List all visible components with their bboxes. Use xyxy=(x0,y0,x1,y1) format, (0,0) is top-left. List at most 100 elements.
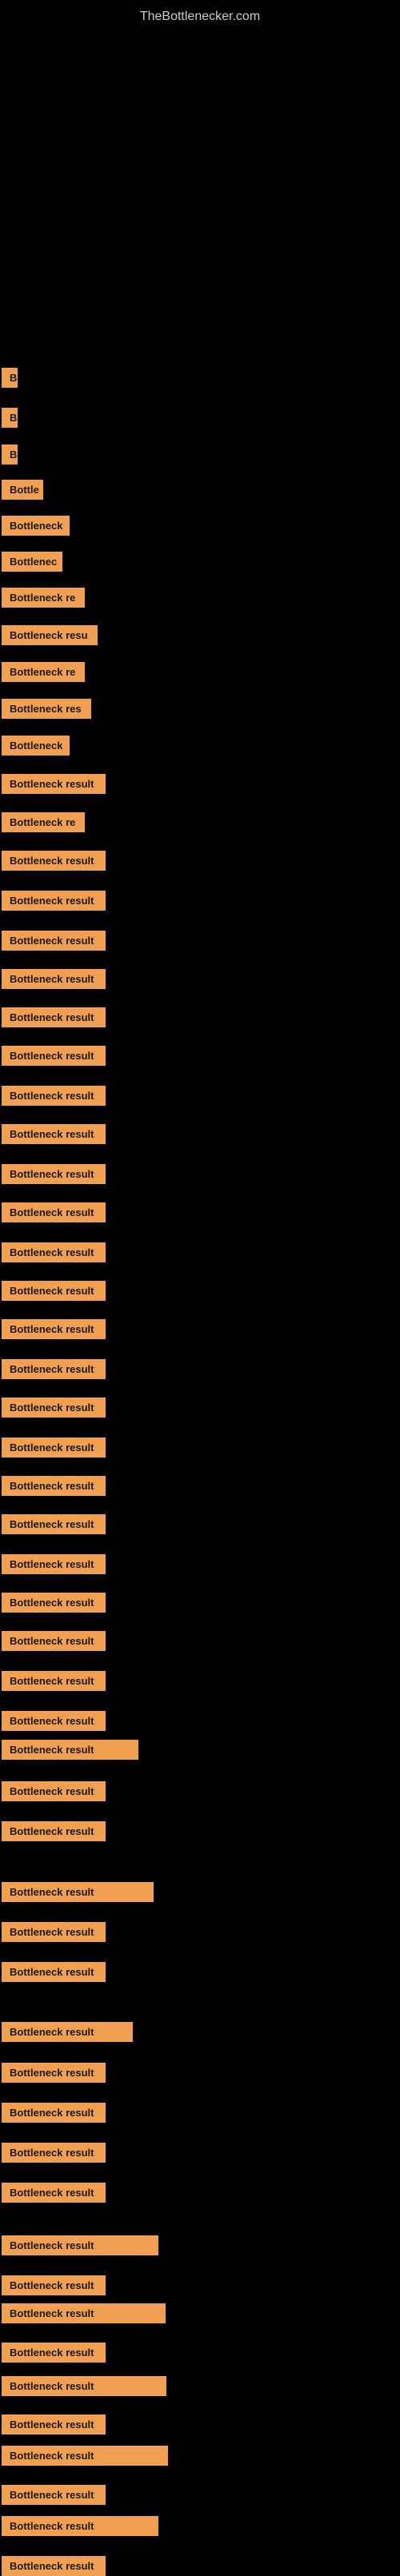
bottleneck-result-badge[interactable]: Bottleneck result xyxy=(2,1554,106,1574)
bottleneck-result-badge[interactable]: Bottleneck res xyxy=(2,699,91,719)
bottleneck-result-badge[interactable]: Bottleneck result xyxy=(2,1007,106,1027)
list-item: Bottleneck result xyxy=(0,2516,158,2536)
bottleneck-result-badge[interactable]: Bottleneck result xyxy=(2,1711,106,1731)
list-item: Bottleneck result xyxy=(0,2303,166,2323)
main-container: TheBottlenecker.com BBBBottleBottleneckB… xyxy=(0,0,400,2558)
bottleneck-result-badge[interactable]: Bottleneck result xyxy=(2,2183,106,2203)
list-item: Bottleneck result xyxy=(0,1086,106,1106)
bottleneck-result-badge[interactable]: Bottleneck re xyxy=(2,812,85,832)
list-item: Bottleneck result xyxy=(0,2275,106,2295)
list-item: Bottleneck result xyxy=(0,1319,106,1339)
bottleneck-result-badge[interactable]: Bottleneck result xyxy=(2,2143,106,2163)
bottleneck-result-badge[interactable]: Bottleneck result xyxy=(2,2343,106,2363)
list-item: Bottleneck result xyxy=(0,2063,106,2083)
list-item: Bottleneck result xyxy=(0,2143,106,2163)
list-item: Bottleneck result xyxy=(0,2376,166,2396)
bottleneck-result-badge[interactable]: B xyxy=(2,408,18,428)
bottleneck-result-badge[interactable]: Bottleneck result xyxy=(2,891,106,911)
bottleneck-result-badge[interactable]: Bottleneck result xyxy=(2,1202,106,1222)
list-item: Bottleneck result xyxy=(0,1781,106,1801)
bottleneck-result-badge[interactable]: B xyxy=(2,445,18,465)
bottleneck-result-badge[interactable]: Bottleneck result xyxy=(2,969,106,989)
list-item: B xyxy=(0,445,18,465)
list-item: Bottleneck result xyxy=(0,1821,106,1841)
list-item: Bottleneck result xyxy=(0,1631,106,1651)
bottleneck-result-badge[interactable]: Bottleneck result xyxy=(2,2376,166,2396)
bottleneck-result-badge[interactable]: Bottleneck result xyxy=(2,774,106,794)
list-item: Bottleneck result xyxy=(0,1593,106,1613)
bottleneck-result-badge[interactable]: Bottleneck result xyxy=(2,1593,106,1613)
bottleneck-result-badge[interactable]: Bottleneck result xyxy=(2,2556,106,2576)
bottleneck-result-badge[interactable]: Bottleneck result xyxy=(2,2235,158,2255)
bottleneck-result-badge[interactable]: Bottleneck xyxy=(2,516,70,536)
bottleneck-result-badge[interactable]: Bottleneck result xyxy=(2,1086,106,1106)
bottleneck-result-badge[interactable]: Bottleneck result xyxy=(2,2303,166,2323)
list-item: Bottleneck result xyxy=(0,1046,106,1066)
list-item: Bottleneck result xyxy=(0,1922,106,1942)
list-item: Bottleneck resu xyxy=(0,625,98,645)
list-item: Bottleneck xyxy=(0,516,70,536)
bottleneck-result-badge[interactable]: Bottleneck result xyxy=(2,1242,106,1262)
bottleneck-result-badge[interactable]: Bottleneck result xyxy=(2,1781,106,1801)
list-item: Bottleneck result xyxy=(0,1554,106,1574)
bottleneck-result-badge[interactable]: B xyxy=(2,368,18,388)
bottleneck-result-badge[interactable]: Bottleneck result xyxy=(2,2063,106,2083)
list-item: Bottleneck result xyxy=(0,1438,106,1457)
bottleneck-result-badge[interactable]: Bottleneck result xyxy=(2,1671,106,1691)
bottleneck-result-badge[interactable]: Bottleneck result xyxy=(2,1359,106,1379)
bottleneck-result-badge[interactable]: Bottleneck result xyxy=(2,1164,106,1184)
bottleneck-result-badge[interactable]: Bottleneck xyxy=(2,736,70,756)
list-item: Bottleneck result xyxy=(0,1514,106,1534)
bottleneck-result-badge[interactable]: Bottleneck result xyxy=(2,1398,106,1418)
list-item: Bottlenec xyxy=(0,552,62,572)
list-item: Bottleneck result xyxy=(0,1711,106,1731)
bottleneck-result-badge[interactable]: Bottleneck result xyxy=(2,1046,106,1066)
list-item: Bottleneck result xyxy=(0,2183,106,2203)
bottleneck-result-badge[interactable]: Bottleneck result xyxy=(2,2485,106,2505)
list-item: Bottleneck result xyxy=(0,1740,138,1760)
site-title: TheBottlenecker.com xyxy=(0,3,400,27)
list-item: Bottleneck result xyxy=(0,969,106,989)
bottleneck-result-badge[interactable]: Bottleneck result xyxy=(2,931,106,951)
list-item: Bottleneck re xyxy=(0,588,85,608)
bottleneck-result-badge[interactable]: Bottleneck re xyxy=(2,662,85,682)
list-item: Bottleneck result xyxy=(0,2556,106,2576)
list-item: Bottleneck result xyxy=(0,1242,106,1262)
list-item: B xyxy=(0,408,18,428)
bottleneck-result-badge[interactable]: Bottleneck result xyxy=(2,1821,106,1841)
bottleneck-result-badge[interactable]: Bottleneck result xyxy=(2,2446,168,2466)
bottleneck-result-badge[interactable]: Bottleneck result xyxy=(2,1476,106,1496)
bottleneck-result-badge[interactable]: Bottleneck result xyxy=(2,2022,133,2042)
list-item: Bottleneck result xyxy=(0,774,106,794)
list-item: Bottleneck result xyxy=(0,1164,106,1184)
bottleneck-result-badge[interactable]: Bottleneck result xyxy=(2,1962,106,1982)
list-item: Bottleneck result xyxy=(0,1124,106,1144)
bottleneck-result-badge[interactable]: Bottleneck resu xyxy=(2,625,98,645)
bottleneck-result-badge[interactable]: Bottleneck result xyxy=(2,1514,106,1534)
bottleneck-result-badge[interactable]: Bottleneck result xyxy=(2,1882,154,1902)
list-item: Bottleneck result xyxy=(0,1882,154,1902)
bottleneck-result-badge[interactable]: Bottle xyxy=(2,480,43,500)
bottleneck-result-badge[interactable]: Bottleneck result xyxy=(2,1124,106,1144)
bottleneck-result-badge[interactable]: Bottleneck result xyxy=(2,2103,106,2123)
list-item: Bottle xyxy=(0,480,43,500)
bottleneck-result-badge[interactable]: Bottleneck result xyxy=(2,851,106,871)
list-item: Bottleneck result xyxy=(0,1359,106,1379)
bottleneck-result-badge[interactable]: Bottleneck result xyxy=(2,1922,106,1942)
list-item: Bottleneck result xyxy=(0,1007,106,1027)
list-item: Bottleneck result xyxy=(0,2022,133,2042)
bottleneck-result-badge[interactable]: Bottleneck result xyxy=(2,2516,158,2536)
bottleneck-result-badge[interactable]: Bottleneck result xyxy=(2,1281,106,1301)
bottleneck-result-badge[interactable]: Bottleneck result xyxy=(2,2275,106,2295)
bottleneck-result-badge[interactable]: Bottleneck re xyxy=(2,588,85,608)
bottleneck-result-badge[interactable]: Bottleneck result xyxy=(2,1438,106,1457)
bottleneck-result-badge[interactable]: Bottleneck result xyxy=(2,1319,106,1339)
bottleneck-result-badge[interactable]: Bottleneck result xyxy=(2,1740,138,1760)
bottleneck-result-badge[interactable]: Bottleneck result xyxy=(2,1631,106,1651)
bottleneck-result-badge[interactable]: Bottleneck result xyxy=(2,2415,106,2434)
bottleneck-result-badge[interactable]: Bottlenec xyxy=(2,552,62,572)
list-item: Bottleneck result xyxy=(0,2415,106,2434)
list-item: Bottleneck re xyxy=(0,662,85,682)
list-item: Bottleneck re xyxy=(0,812,85,832)
list-item: Bottleneck result xyxy=(0,1962,106,1982)
